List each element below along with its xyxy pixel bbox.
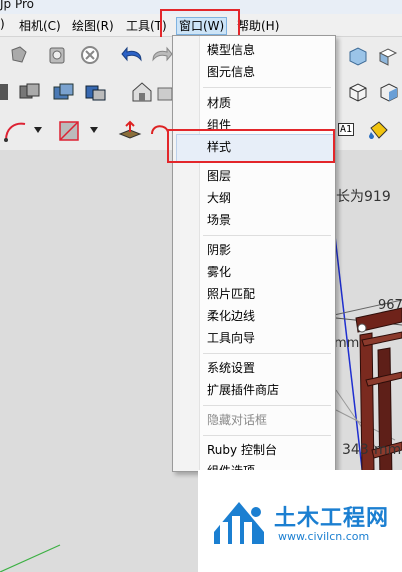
- box-view-icon[interactable]: [376, 79, 402, 105]
- menu-item-outliner[interactable]: 大纲: [207, 189, 231, 206]
- menu-separator: [203, 87, 331, 88]
- redo-icon[interactable]: [150, 43, 174, 67]
- dimension-label: 967: [378, 298, 402, 313]
- menu-item-soften-edges[interactable]: 柔化边线: [207, 307, 255, 324]
- menu-item-hide-dialogs: 隐藏对话框: [207, 413, 268, 427]
- window-title: Jp Pro: [0, 0, 35, 11]
- paint-bucket-icon[interactable]: [364, 117, 392, 145]
- push-pull-icon[interactable]: [116, 117, 144, 145]
- chevron-down-icon[interactable]: [88, 123, 100, 137]
- menu-item-match-photo[interactable]: 照片匹配: [207, 285, 255, 302]
- tool-icon[interactable]: [42, 43, 72, 67]
- menu-item-scenes[interactable]: 场景: [207, 211, 231, 228]
- menu-separator: [203, 405, 331, 406]
- watermark-url: www.civilcn.com: [278, 530, 370, 543]
- green-axis-line: [0, 544, 61, 572]
- chevron-down-icon[interactable]: [32, 123, 44, 137]
- menu-camera[interactable]: 相机(C): [19, 17, 61, 34]
- watermark-brand: 土木工程网: [274, 506, 390, 531]
- tool-icon[interactable]: [0, 79, 10, 105]
- window-menu-dropdown: 模型信息 图元信息 材质 组件 样式 图层 大纲 场景 阴影 雾化 照片匹配 柔…: [172, 35, 336, 478]
- menu-edit-partial[interactable]: ): [0, 17, 5, 31]
- arc-icon[interactable]: [2, 117, 30, 145]
- box-view-icon[interactable]: [345, 79, 371, 105]
- styles-item-highlight-box: [167, 129, 335, 163]
- menu-item-layers[interactable]: 图层: [207, 167, 231, 184]
- menu-item-model-info[interactable]: 模型信息: [207, 41, 255, 58]
- component-icon[interactable]: [82, 79, 110, 105]
- tool-icon[interactable]: [4, 43, 34, 67]
- text-tool-icon[interactable]: A1: [336, 119, 356, 139]
- text-tool-label: A1: [337, 122, 355, 136]
- menu-item-preferences[interactable]: 系统设置: [207, 359, 255, 376]
- dimension-label: 长为919: [336, 189, 391, 205]
- menu-separator: [203, 353, 331, 354]
- menu-help[interactable]: 帮助(H): [237, 17, 279, 34]
- menu-separator: [203, 235, 331, 236]
- menu-separator: [203, 435, 331, 436]
- component-icon[interactable]: [50, 79, 78, 105]
- delete-icon[interactable]: [77, 43, 103, 67]
- dimension-label: mm: [374, 442, 402, 458]
- menu-item-materials[interactable]: 材质: [207, 94, 231, 111]
- dimension-label: 343: [342, 442, 369, 458]
- menu-item-ruby-console[interactable]: Ruby 控制台: [207, 441, 277, 458]
- menu-item-instructor[interactable]: 工具向导: [207, 329, 255, 346]
- undo-icon[interactable]: [118, 43, 148, 67]
- dimension-label: mm: [334, 336, 360, 351]
- top-view-icon[interactable]: [376, 45, 400, 67]
- menu-item-extension-store[interactable]: 扩展插件商店: [207, 381, 279, 398]
- menu-item-entity-info[interactable]: 图元信息: [207, 63, 255, 80]
- rectangle-icon[interactable]: [56, 117, 82, 145]
- watermark-logo-icon: [214, 502, 264, 544]
- menu-item-fog[interactable]: 雾化: [207, 263, 231, 280]
- menu-draw[interactable]: 绘图(R): [72, 17, 114, 34]
- component-icon[interactable]: [16, 79, 44, 105]
- house-icon[interactable]: [128, 77, 156, 107]
- iso-view-icon[interactable]: [345, 45, 371, 67]
- menu-item-shadows[interactable]: 阴影: [207, 241, 231, 258]
- watermark: 土木工程网 www.civilcn.com: [198, 470, 402, 572]
- menu-icon-gutter: [173, 36, 200, 471]
